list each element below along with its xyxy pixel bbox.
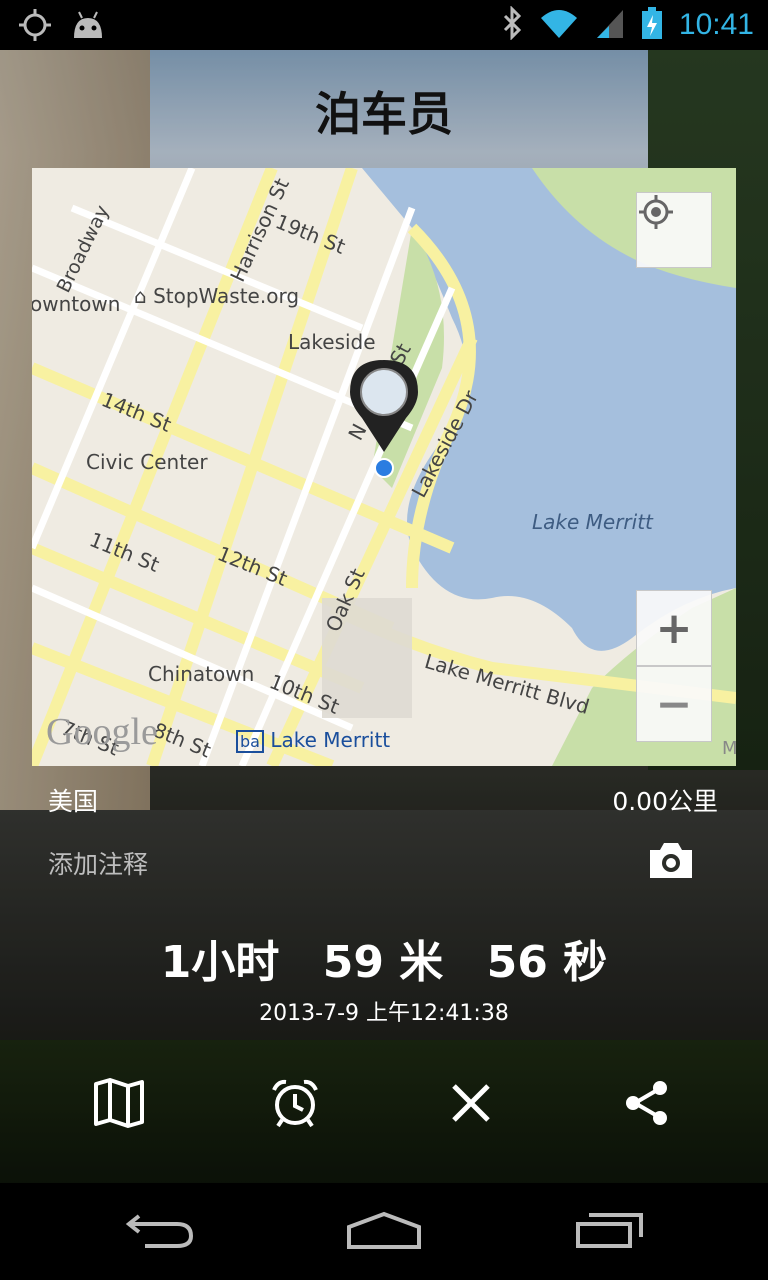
map-button[interactable] bbox=[84, 1070, 154, 1140]
add-note-field[interactable]: 添加注释 bbox=[48, 845, 148, 881]
map-label-chinatown: Chinatown bbox=[148, 662, 255, 686]
home-button[interactable] bbox=[334, 1205, 434, 1259]
map-label-stopwaste-text: StopWaste.org bbox=[153, 284, 300, 308]
map-icon bbox=[93, 1078, 145, 1132]
my-location-button[interactable] bbox=[636, 192, 712, 268]
elapsed-time: 1小时 59 米 56 秒 bbox=[0, 926, 768, 990]
map-label-merr: Merri bbox=[722, 738, 736, 759]
clock: 10:41 bbox=[678, 8, 754, 41]
google-logo: Google bbox=[46, 711, 158, 753]
back-icon bbox=[125, 1212, 195, 1252]
signal-icon bbox=[595, 6, 625, 44]
country-label: 美国 bbox=[48, 787, 99, 816]
action-bar bbox=[0, 1070, 768, 1140]
map-label-civic-center: Civic Center bbox=[86, 450, 208, 474]
android-debug-icon bbox=[70, 8, 106, 46]
recent-apps-button[interactable] bbox=[560, 1205, 660, 1259]
back-button[interactable] bbox=[110, 1205, 210, 1259]
share-icon bbox=[623, 1079, 671, 1131]
alarm-icon bbox=[270, 1078, 320, 1132]
share-button[interactable] bbox=[612, 1070, 682, 1140]
map-label-downtown: owntown bbox=[32, 292, 121, 316]
gps-icon bbox=[18, 8, 52, 46]
alarm-button[interactable] bbox=[260, 1070, 330, 1140]
battery-charging-icon bbox=[641, 6, 663, 44]
zoom-out-label: − bbox=[655, 678, 693, 730]
elapsed-minutes: 59 米 bbox=[322, 937, 444, 988]
navigation-bar bbox=[0, 1183, 768, 1280]
zoom-in-label: + bbox=[655, 602, 693, 654]
map-label-lakeside: Lakeside bbox=[288, 330, 376, 354]
bart-logo-icon: ba bbox=[236, 730, 264, 753]
close-icon bbox=[450, 1082, 492, 1128]
map-label-bart-station: ba Lake Merritt bbox=[236, 728, 391, 753]
zoom-in-button[interactable]: + bbox=[636, 590, 712, 666]
elapsed-seconds: 56 秒 bbox=[486, 937, 608, 988]
parking-map[interactable]: Broadway Harrison St 19th St owntown ⌂ S… bbox=[32, 168, 736, 766]
elapsed-hours: 1小时 bbox=[160, 937, 280, 988]
zoom-out-button[interactable]: − bbox=[636, 666, 712, 742]
camera-button[interactable] bbox=[648, 840, 694, 884]
home-icon bbox=[346, 1211, 422, 1253]
status-bar: 10:41 bbox=[0, 0, 768, 50]
bluetooth-icon bbox=[501, 5, 523, 44]
wifi-icon bbox=[539, 6, 579, 44]
recent-apps-icon bbox=[575, 1211, 645, 1253]
distance-label: 0.00公里 bbox=[612, 787, 718, 816]
camera-icon bbox=[648, 843, 694, 884]
map-label-bart-text: Lake Merritt bbox=[270, 728, 391, 752]
parked-timestamp: 2013-7-9 上午12:41:38 bbox=[259, 1001, 509, 1026]
map-label-stopwaste: ⌂ StopWaste.org bbox=[134, 284, 300, 308]
clear-parking-button[interactable] bbox=[436, 1070, 506, 1140]
page-title: 泊车员 bbox=[315, 87, 453, 141]
map-label-lake-merritt: Lake Merritt bbox=[532, 510, 653, 534]
